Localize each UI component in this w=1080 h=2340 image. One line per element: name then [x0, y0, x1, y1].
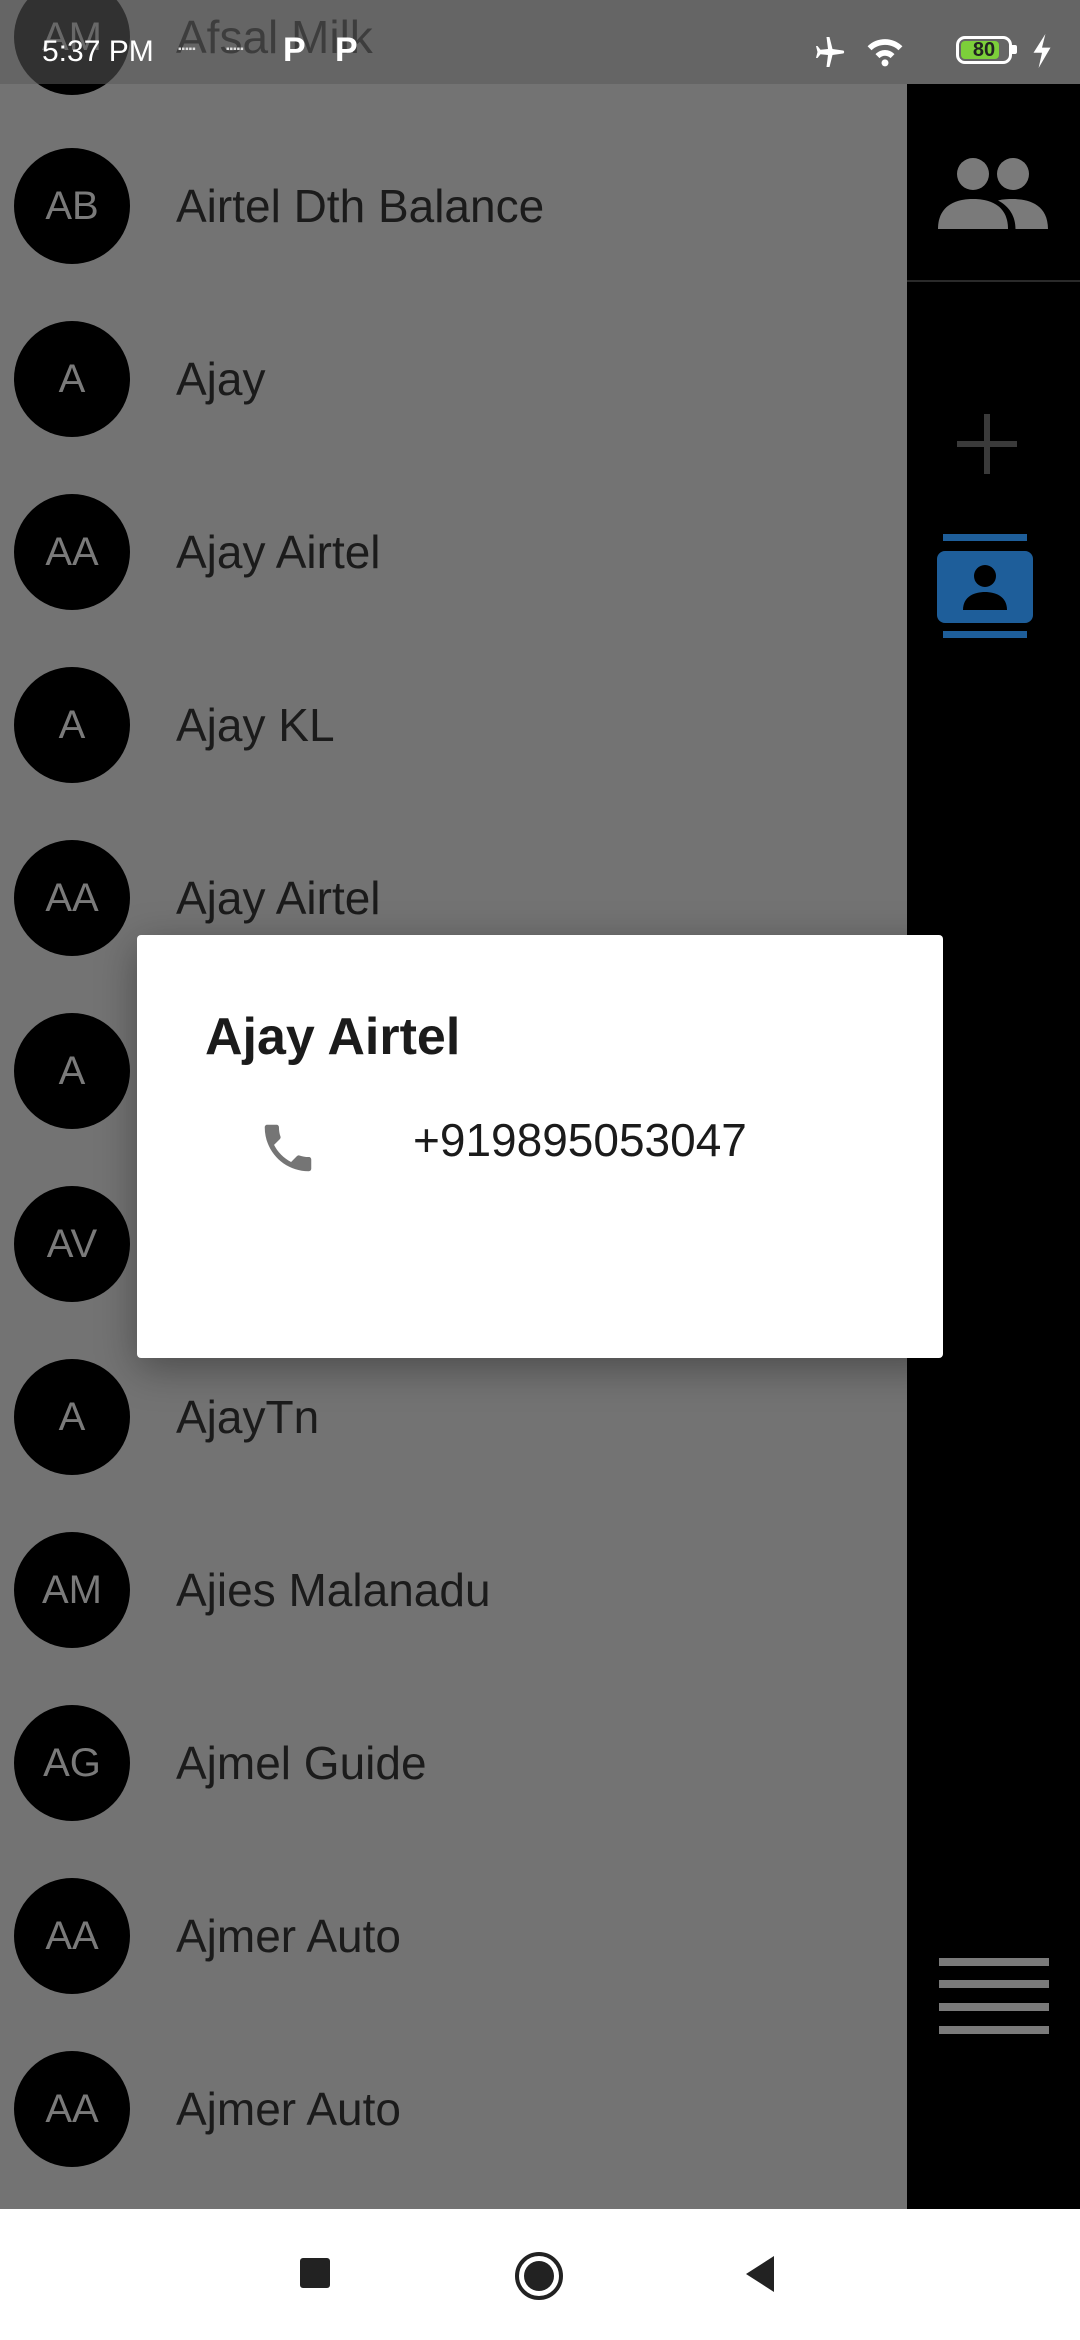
- phone-number-row[interactable]: +919895053047: [137, 1085, 943, 1245]
- contact-row[interactable]: AA Ajmer Auto: [0, 2023, 907, 2196]
- contact-row[interactable]: A Ajay KL: [0, 639, 907, 812]
- contact-row[interactable]: A Ajay: [0, 293, 907, 466]
- contact-avatar: A: [14, 321, 130, 437]
- battery-icon: 80: [956, 36, 1012, 64]
- contact-avatar: AA: [14, 2051, 130, 2167]
- contact-avatar: AA: [14, 1878, 130, 1994]
- contact-name: Ajay KL: [176, 699, 335, 751]
- notification-icon: ▪▪▪▪▪: [178, 44, 196, 55]
- airplane-mode-icon: [816, 37, 845, 67]
- rail-divider: [907, 280, 1080, 282]
- parking-app-icon: P: [283, 31, 306, 69]
- contact-avatar: AB: [14, 148, 130, 264]
- home-icon[interactable]: [513, 2250, 565, 2302]
- navigation-bar: [0, 2209, 1080, 2340]
- contact-name: Ajay Airtel: [176, 526, 381, 578]
- contact-name: Airtel Dth Balance: [176, 180, 545, 232]
- phone-number: +919895053047: [413, 1114, 747, 1166]
- status-time: 5:37 PM: [42, 35, 154, 68]
- add-icon[interactable]: [957, 414, 1017, 474]
- contact-name: Ajmer Auto: [176, 1910, 401, 1962]
- contact-avatar: AG: [14, 1705, 130, 1821]
- notification-icon: ▪▪▪▪▪: [226, 44, 244, 55]
- charging-icon: [1033, 34, 1051, 68]
- contact-avatar: AA: [14, 494, 130, 610]
- contact-row[interactable]: AA Ajmer Auto: [0, 1850, 907, 2023]
- contact-avatar: AA: [14, 840, 130, 956]
- contact-card-icon[interactable]: [937, 534, 1033, 638]
- parking-app-icon: P: [335, 31, 358, 69]
- battery-level: 80: [972, 39, 996, 61]
- phone-icon: [264, 1124, 312, 1172]
- contact-name: Ajies Malanadu: [176, 1564, 491, 1616]
- contact-avatar: A: [14, 1013, 130, 1129]
- groups-icon[interactable]: [933, 154, 1053, 234]
- contact-avatar: AM: [14, 1532, 130, 1648]
- contact-avatar: A: [14, 1359, 130, 1475]
- contact-dialog: Ajay Airtel +919895053047: [137, 935, 943, 1358]
- back-icon[interactable]: [742, 2254, 778, 2294]
- contact-row[interactable]: AB Airtel Dth Balance: [0, 120, 907, 293]
- contact-row[interactable]: AM Ajies Malanadu: [0, 1504, 907, 1677]
- contact-row[interactable]: AA Ajay Airtel: [0, 466, 907, 639]
- dialog-title: Ajay Airtel: [205, 1008, 461, 1066]
- contact-name: Ajay: [176, 353, 266, 405]
- menu-icon[interactable]: [939, 1958, 1049, 2034]
- contact-row[interactable]: AG Ajmel Guide: [0, 1677, 907, 1850]
- recents-icon[interactable]: [298, 2256, 332, 2290]
- status-bar: 5:37 PM ▪▪▪▪▪ ▪▪▪▪▪ P P 80: [0, 0, 1080, 84]
- contact-avatar: AV: [14, 1186, 130, 1302]
- wifi-icon: [867, 39, 903, 67]
- contact-name: Ajmel Guide: [176, 1737, 427, 1789]
- contact-name: Ajmer Auto: [176, 2083, 401, 2135]
- contact-avatar: A: [14, 667, 130, 783]
